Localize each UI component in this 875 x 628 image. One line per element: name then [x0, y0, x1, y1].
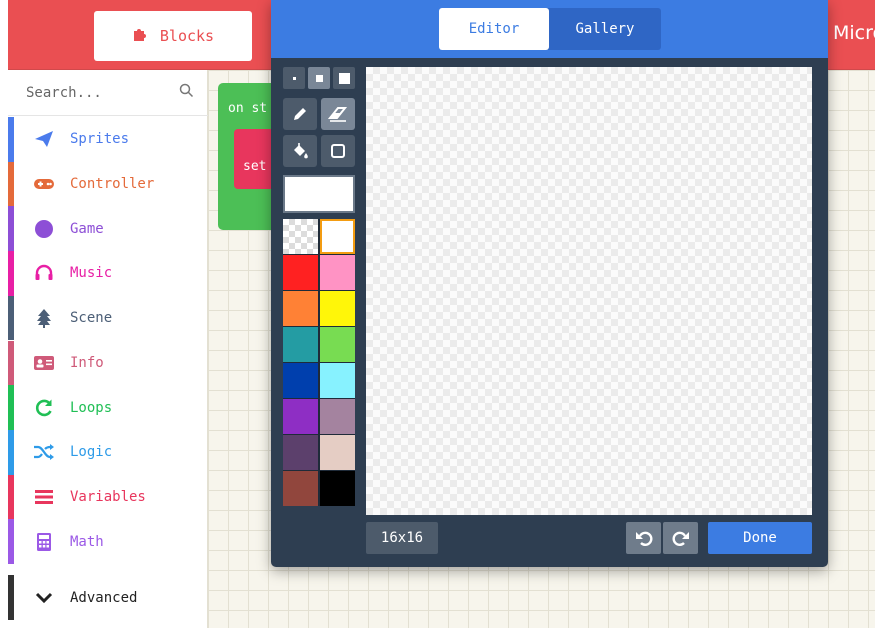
category-label: Scene — [70, 310, 113, 327]
search-icon[interactable] — [179, 83, 194, 102]
category-label: Loops — [70, 399, 113, 416]
brush-size-medium[interactable] — [308, 67, 330, 89]
category-color-strip — [8, 117, 14, 162]
advanced-label: Advanced — [70, 589, 138, 606]
category-label: Info — [70, 354, 104, 371]
brush-size-large[interactable] — [333, 67, 355, 89]
category-variables[interactable]: Variables — [8, 474, 208, 520]
undo-icon[interactable] — [626, 522, 661, 554]
category-music[interactable]: Music — [8, 251, 208, 296]
swatch-mauve[interactable] — [320, 399, 355, 434]
set-label: set — [243, 159, 267, 174]
brush-size-small[interactable] — [283, 67, 305, 89]
sprite-editor-dialog: Editor Gallery 16x16 Done — [271, 0, 828, 567]
shuffle-icon — [24, 443, 64, 461]
category-scene[interactable]: Scene — [8, 295, 208, 341]
category-color-strip — [8, 340, 14, 386]
sprite-canvas[interactable] — [366, 67, 812, 515]
search-input[interactable]: Search... — [8, 70, 208, 116]
category-color-strip — [8, 429, 14, 475]
app-title-partial: Micro — [833, 22, 875, 44]
paper-plane-icon — [24, 130, 64, 148]
category-math[interactable]: Math — [8, 519, 208, 564]
swatch-white[interactable] — [320, 219, 355, 254]
pencil-icon[interactable] — [283, 98, 317, 130]
swatch-dark-purple[interactable] — [283, 435, 318, 470]
tab-editor[interactable]: Editor — [439, 8, 549, 50]
headphones-icon — [24, 264, 64, 282]
category-label: Controller — [70, 176, 155, 193]
category-logic[interactable]: Logic — [8, 429, 208, 475]
blocks-tab-label: Blocks — [159, 27, 215, 45]
brush-size-selector — [283, 67, 355, 89]
category-color-strip — [8, 251, 14, 296]
category-loops[interactable]: Loops — [8, 385, 208, 430]
redo-icon[interactable] — [663, 522, 698, 554]
category-color-strip — [8, 519, 14, 564]
selected-color-preview — [283, 175, 355, 213]
done-button[interactable]: Done — [708, 522, 812, 554]
category-info[interactable]: Info — [8, 340, 208, 386]
swatch-brown[interactable] — [283, 471, 318, 506]
swatch-transparent[interactable] — [283, 219, 318, 254]
swatch-teal[interactable] — [283, 327, 318, 362]
blocks-tab[interactable]: Blocks — [94, 11, 252, 61]
category-label: Music — [70, 265, 113, 282]
category-color-strip — [8, 474, 14, 520]
swatch-green[interactable] — [320, 327, 355, 362]
category-color-strip — [8, 295, 14, 341]
category-label: Logic — [70, 444, 113, 461]
list-icon — [24, 489, 64, 505]
category-advanced[interactable]: Advanced — [8, 575, 208, 620]
fill-icon[interactable] — [283, 135, 317, 167]
rectangle-icon[interactable] — [321, 135, 355, 167]
category-color-strip — [8, 385, 14, 430]
toolbox: Search... Sprites Controller Game Music … — [8, 70, 208, 628]
calculator-icon — [24, 532, 64, 552]
swatch-red[interactable] — [283, 255, 318, 290]
sprite-editor-header: Editor Gallery — [271, 0, 828, 58]
category-sprites[interactable]: Sprites — [8, 117, 208, 162]
category-label: Math — [70, 533, 104, 550]
tree-icon — [24, 308, 64, 329]
category-game[interactable]: Game — [8, 206, 208, 252]
category-color-strip — [8, 206, 14, 252]
swatch-yellow[interactable] — [320, 291, 355, 326]
on-start-label: on st — [228, 101, 268, 116]
category-label: Variables — [70, 488, 146, 505]
swatch-black[interactable] — [320, 471, 355, 506]
category-color-strip — [8, 161, 14, 207]
circle-icon — [24, 219, 64, 239]
category-color-strip — [8, 575, 14, 620]
swatch-beige[interactable] — [320, 435, 355, 470]
category-label: Sprites — [70, 131, 130, 148]
category-label: Game — [70, 220, 104, 237]
tab-gallery[interactable]: Gallery — [549, 8, 661, 50]
swatch-light-blue[interactable] — [320, 363, 355, 398]
swatch-orange[interactable] — [283, 291, 318, 326]
category-controller[interactable]: Controller — [8, 161, 208, 207]
swatch-blue[interactable] — [283, 363, 318, 398]
id-card-icon — [24, 355, 64, 371]
editor-gallery-tabs: Editor Gallery — [439, 8, 661, 50]
swatch-pink[interactable] — [320, 255, 355, 290]
gamepad-icon — [24, 177, 64, 191]
search-placeholder: Search... — [26, 84, 102, 101]
color-palette — [283, 219, 355, 506]
eraser-icon[interactable] — [321, 98, 355, 130]
refresh-icon — [24, 398, 64, 418]
chevron-down-icon — [24, 592, 64, 604]
undo-redo-group — [626, 522, 698, 554]
canvas-size-button[interactable]: 16x16 — [366, 522, 438, 554]
swatch-purple[interactable] — [283, 399, 318, 434]
puzzle-icon — [132, 26, 148, 46]
